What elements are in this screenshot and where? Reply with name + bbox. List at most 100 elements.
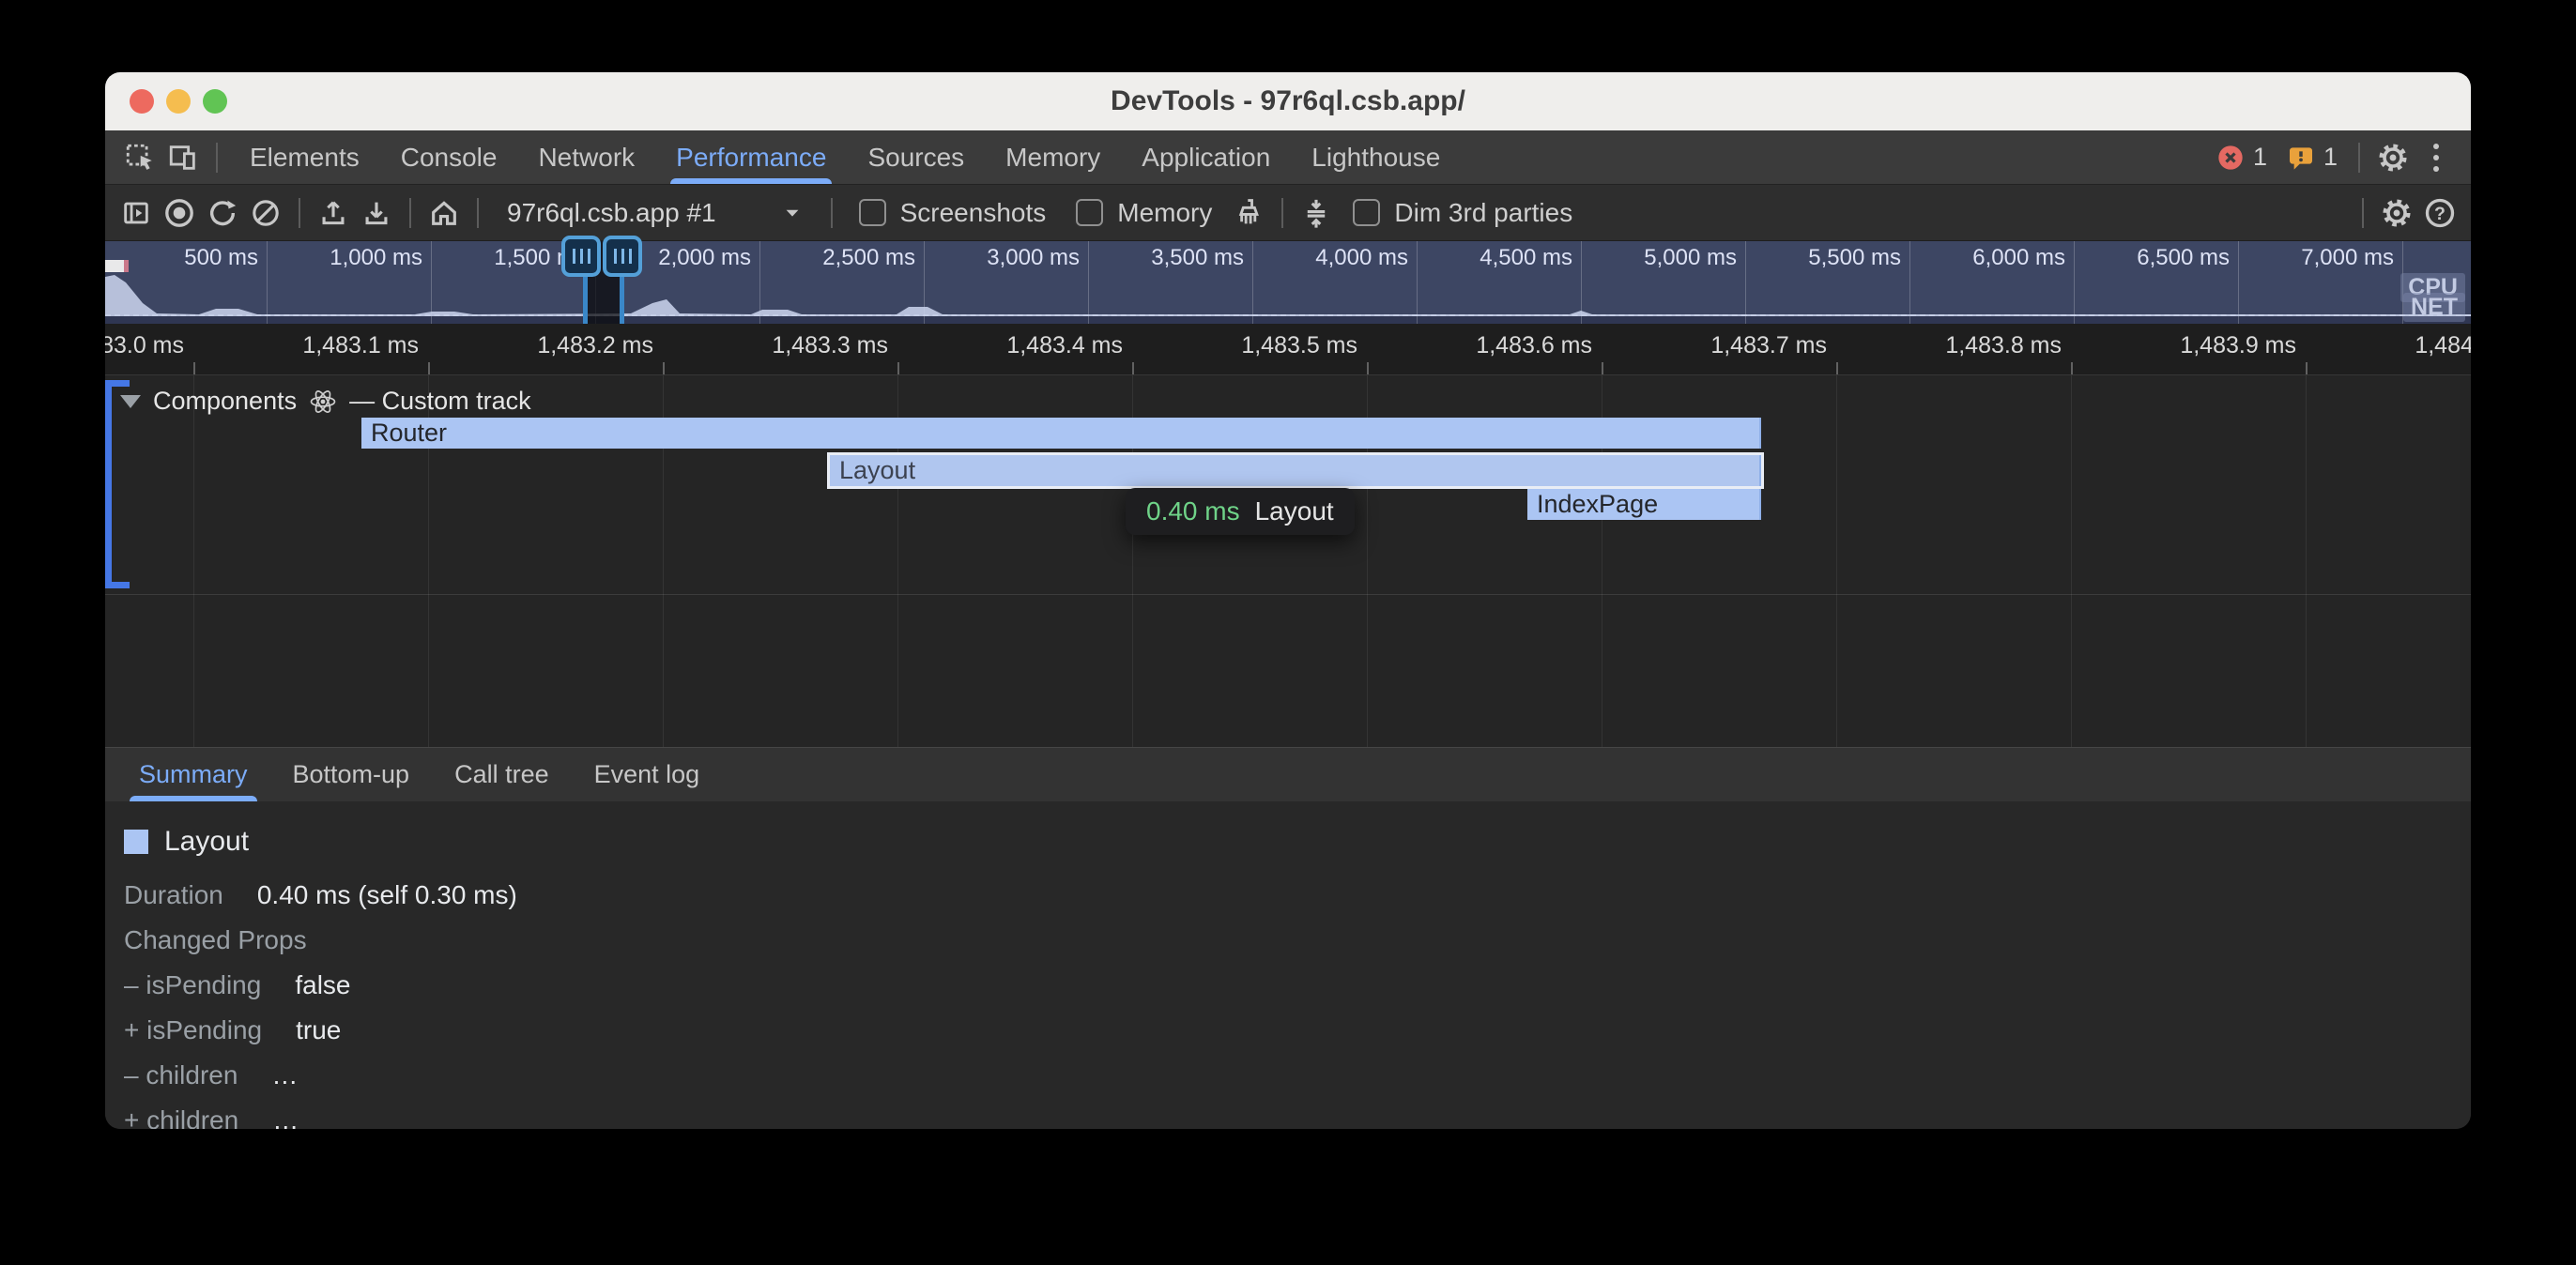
checkbox-box[interactable] — [1353, 199, 1380, 226]
selection-left-line — [583, 269, 588, 324]
divider — [1281, 198, 1283, 228]
tab-performance[interactable]: Performance — [655, 130, 847, 184]
divider — [2358, 143, 2360, 173]
summary-value: … — [271, 1060, 298, 1090]
memory-checkbox[interactable]: Memory — [1076, 198, 1212, 228]
capture-settings-gear-icon[interactable] — [2375, 191, 2418, 235]
reload-record-icon[interactable] — [201, 191, 244, 235]
error-badge[interactable]: 1 — [2216, 143, 2267, 173]
divider — [299, 198, 300, 228]
details-tab-call-tree[interactable]: Call tree — [432, 748, 572, 801]
download-profile-icon[interactable] — [355, 191, 398, 235]
ruler-tick-label: 1,483.3 ms — [772, 332, 897, 359]
checkbox-box[interactable] — [1076, 199, 1103, 226]
ruler-tick — [897, 362, 899, 374]
minimize-window-button[interactable] — [166, 89, 191, 114]
checkbox-label: Memory — [1117, 198, 1212, 228]
tooltip-label: Layout — [1255, 496, 1334, 526]
warning-icon — [2286, 143, 2316, 173]
ruler-tick — [193, 362, 195, 374]
inspect-element-icon[interactable] — [118, 136, 161, 179]
flame-tooltip: 0.40 ms Layout — [1126, 488, 1355, 535]
track-suffix: — Custom track — [349, 387, 531, 416]
ruler-tick-label: 1,483.6 ms — [1476, 332, 1602, 359]
warning-badge[interactable]: 1 — [2286, 143, 2338, 173]
traffic-lights — [130, 89, 227, 114]
flame-bar-router[interactable]: Router — [361, 418, 1761, 449]
track-separator — [105, 594, 2471, 595]
more-options-icon[interactable] — [2415, 136, 2458, 179]
record-icon[interactable] — [158, 191, 201, 235]
dim-3rd-parties-checkbox[interactable]: Dim 3rd parties — [1353, 198, 1572, 228]
components-track-header[interactable]: Components — Custom track — [120, 387, 531, 416]
ruler-tick-label: 1,483.5 ms — [1241, 332, 1367, 359]
detail-time-ruler[interactable]: 1,483.0 ms1,483.1 ms1,483.2 ms1,483.3 ms… — [105, 324, 2471, 375]
settings-gear-icon[interactable] — [2371, 136, 2415, 179]
divider — [831, 198, 833, 228]
svg-text:?: ? — [2434, 203, 2446, 223]
error-icon — [2216, 143, 2246, 173]
summary-row-children: + children… — [124, 1105, 2471, 1129]
details-tab-bottom-up[interactable]: Bottom-up — [270, 748, 433, 801]
details-tab-summary[interactable]: Summary — [116, 748, 270, 801]
collect-garbage-icon[interactable] — [1227, 191, 1270, 235]
flame-bar-indexpage[interactable]: IndexPage — [1527, 489, 1761, 520]
flame-gridline — [1836, 375, 1837, 747]
ruler-tick-label: 1,483.4 ms — [1006, 332, 1132, 359]
ruler-tick-label: 1,483.2 ms — [537, 332, 663, 359]
checkbox-label: Screenshots — [900, 198, 1047, 228]
summary-pane: Layout Duration0.40 ms (self 0.30 ms)Cha… — [105, 801, 2471, 1129]
zoom-window-button[interactable] — [203, 89, 227, 114]
details-tab-event-log[interactable]: Event log — [572, 748, 723, 801]
summary-key: – isPending — [124, 970, 261, 1000]
summary-key: – children — [124, 1060, 238, 1090]
toggle-sidebar-icon[interactable] — [115, 191, 158, 235]
performance-toolbar: 97r6ql.csb.app #1 Screenshots Memory — [105, 185, 2471, 241]
divider — [2362, 198, 2364, 228]
ruler-tick — [1367, 362, 1369, 374]
tab-memory[interactable]: Memory — [985, 130, 1121, 184]
flame-gridline — [2306, 375, 2307, 747]
close-window-button[interactable] — [130, 89, 154, 114]
tab-lighthouse[interactable]: Lighthouse — [1291, 130, 1461, 184]
ruler-tick — [2306, 362, 2308, 374]
timeline-overview[interactable]: 500 ms1,000 ms1,500 ms2,000 ms2,500 ms3,… — [105, 241, 2471, 324]
tab-console[interactable]: Console — [380, 130, 518, 184]
tab-application[interactable]: Application — [1121, 130, 1291, 184]
screenshots-checkbox[interactable]: Screenshots — [859, 198, 1047, 228]
react-atom-icon — [309, 388, 337, 416]
target-selector[interactable]: 97r6ql.csb.app #1 — [507, 198, 803, 228]
window-title: DevTools - 97r6ql.csb.app/ — [1111, 85, 1465, 117]
checkbox-label: Dim 3rd parties — [1394, 198, 1572, 228]
ruler-tick-label: 1,483.7 ms — [1710, 332, 1836, 359]
collapse-flame-icon[interactable] — [1295, 191, 1338, 235]
ruler-tick-label: 1,483.9 ms — [2180, 332, 2306, 359]
ruler-tick-label: 1,483.8 ms — [1945, 332, 2071, 359]
selection-left-handle[interactable] — [561, 236, 601, 277]
flame-bar-layout[interactable]: Layout — [830, 455, 1761, 486]
divider — [477, 198, 479, 228]
track-name: Components — [153, 387, 297, 416]
ruler-tick-label: 1,483.1 ms — [302, 332, 428, 359]
event-color-swatch — [124, 830, 148, 854]
upload-profile-icon[interactable] — [312, 191, 355, 235]
help-icon[interactable]: ? — [2418, 191, 2461, 235]
selection-right-handle[interactable] — [603, 236, 642, 277]
device-toolbar-icon[interactable] — [161, 136, 205, 179]
flame-chart[interactable]: Components — Custom track RouterLayoutIn… — [105, 375, 2471, 747]
tab-sources[interactable]: Sources — [847, 130, 985, 184]
ruler-tick — [428, 362, 430, 374]
home-icon[interactable] — [422, 191, 466, 235]
tab-network[interactable]: Network — [517, 130, 655, 184]
ruler-tick-label: 1,484.0 ms — [2415, 332, 2471, 359]
tab-elements[interactable]: Elements — [229, 130, 380, 184]
ruler-tick — [1132, 362, 1134, 374]
details-tabbar: SummaryBottom-upCall treeEvent log — [105, 747, 2471, 801]
devtools-tabbar: ElementsConsoleNetworkPerformanceSources… — [105, 130, 2471, 185]
summary-key: Changed Props — [124, 925, 307, 955]
target-label: 97r6ql.csb.app #1 — [507, 198, 716, 228]
collapse-triangle-icon[interactable] — [120, 395, 141, 408]
clear-icon[interactable] — [244, 191, 287, 235]
checkbox-box[interactable] — [859, 199, 886, 226]
titlebar: DevTools - 97r6ql.csb.app/ — [105, 72, 2471, 130]
